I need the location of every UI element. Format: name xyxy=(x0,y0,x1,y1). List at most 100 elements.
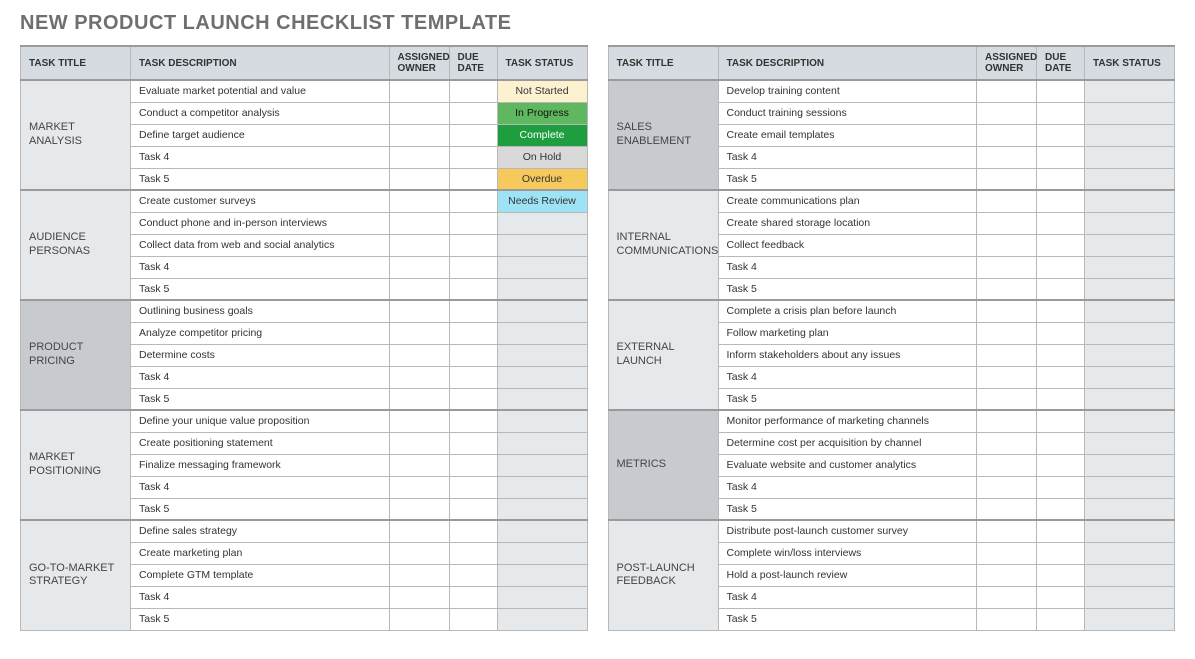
assigned-owner-cell[interactable] xyxy=(389,520,449,542)
task-status-cell[interactable] xyxy=(497,432,587,454)
task-status-cell[interactable]: Complete xyxy=(497,124,587,146)
task-status-cell[interactable]: Overdue xyxy=(497,168,587,190)
task-description[interactable]: Determine costs xyxy=(131,344,390,366)
due-date-cell[interactable] xyxy=(1037,190,1085,212)
task-description[interactable]: Task 5 xyxy=(718,168,977,190)
due-date-cell[interactable] xyxy=(449,278,497,300)
due-date-cell[interactable] xyxy=(449,168,497,190)
task-status-cell[interactable] xyxy=(1085,586,1175,608)
task-description[interactable]: Outlining business goals xyxy=(131,300,390,322)
assigned-owner-cell[interactable] xyxy=(977,432,1037,454)
due-date-cell[interactable] xyxy=(1037,124,1085,146)
task-description[interactable]: Inform stakeholders about any issues xyxy=(718,344,977,366)
task-description[interactable]: Complete a crisis plan before launch xyxy=(718,300,977,322)
task-description[interactable]: Distribute post-launch customer survey xyxy=(718,520,977,542)
task-description[interactable]: Create marketing plan xyxy=(131,542,390,564)
task-status-cell[interactable] xyxy=(1085,476,1175,498)
due-date-cell[interactable] xyxy=(1037,432,1085,454)
task-description[interactable]: Task 5 xyxy=(131,608,390,630)
assigned-owner-cell[interactable] xyxy=(389,190,449,212)
task-status-cell[interactable] xyxy=(497,520,587,542)
due-date-cell[interactable] xyxy=(1037,542,1085,564)
task-description[interactable]: Task 4 xyxy=(131,586,390,608)
due-date-cell[interactable] xyxy=(449,388,497,410)
due-date-cell[interactable] xyxy=(449,322,497,344)
due-date-cell[interactable] xyxy=(449,586,497,608)
assigned-owner-cell[interactable] xyxy=(977,278,1037,300)
assigned-owner-cell[interactable] xyxy=(389,168,449,190)
task-description[interactable]: Task 5 xyxy=(718,608,977,630)
due-date-cell[interactable] xyxy=(449,432,497,454)
due-date-cell[interactable] xyxy=(1037,520,1085,542)
due-date-cell[interactable] xyxy=(449,300,497,322)
assigned-owner-cell[interactable] xyxy=(977,146,1037,168)
task-status-cell[interactable]: Needs Review xyxy=(497,190,587,212)
task-description[interactable]: Task 4 xyxy=(131,256,390,278)
task-description[interactable]: Task 4 xyxy=(718,586,977,608)
assigned-owner-cell[interactable] xyxy=(389,388,449,410)
due-date-cell[interactable] xyxy=(449,608,497,630)
assigned-owner-cell[interactable] xyxy=(977,322,1037,344)
task-description[interactable]: Task 5 xyxy=(718,388,977,410)
task-status-cell[interactable] xyxy=(497,476,587,498)
due-date-cell[interactable] xyxy=(1037,300,1085,322)
due-date-cell[interactable] xyxy=(449,190,497,212)
assigned-owner-cell[interactable] xyxy=(389,102,449,124)
task-description[interactable]: Define sales strategy xyxy=(131,520,390,542)
due-date-cell[interactable] xyxy=(449,366,497,388)
task-status-cell[interactable] xyxy=(497,498,587,520)
task-description[interactable]: Hold a post-launch review xyxy=(718,564,977,586)
task-description[interactable]: Collect feedback xyxy=(718,234,977,256)
assigned-owner-cell[interactable] xyxy=(977,454,1037,476)
assigned-owner-cell[interactable] xyxy=(389,454,449,476)
task-description[interactable]: Determine cost per acquisition by channe… xyxy=(718,432,977,454)
task-description[interactable]: Conduct phone and in-person interviews xyxy=(131,212,390,234)
task-description[interactable]: Analyze competitor pricing xyxy=(131,322,390,344)
assigned-owner-cell[interactable] xyxy=(389,124,449,146)
assigned-owner-cell[interactable] xyxy=(977,542,1037,564)
assigned-owner-cell[interactable] xyxy=(977,256,1037,278)
assigned-owner-cell[interactable] xyxy=(389,542,449,564)
due-date-cell[interactable] xyxy=(449,212,497,234)
task-description[interactable]: Collect data from web and social analyti… xyxy=(131,234,390,256)
task-status-cell[interactable] xyxy=(497,234,587,256)
due-date-cell[interactable] xyxy=(1037,212,1085,234)
task-description[interactable]: Task 5 xyxy=(131,388,390,410)
due-date-cell[interactable] xyxy=(1037,278,1085,300)
due-date-cell[interactable] xyxy=(449,344,497,366)
task-description[interactable]: Task 5 xyxy=(718,498,977,520)
task-description[interactable]: Define target audience xyxy=(131,124,390,146)
task-status-cell[interactable] xyxy=(1085,212,1175,234)
assigned-owner-cell[interactable] xyxy=(977,388,1037,410)
task-status-cell[interactable] xyxy=(1085,322,1175,344)
due-date-cell[interactable] xyxy=(1037,168,1085,190)
task-status-cell[interactable] xyxy=(1085,300,1175,322)
task-description[interactable]: Task 4 xyxy=(718,256,977,278)
assigned-owner-cell[interactable] xyxy=(389,344,449,366)
task-description[interactable]: Task 4 xyxy=(718,476,977,498)
due-date-cell[interactable] xyxy=(1037,366,1085,388)
assigned-owner-cell[interactable] xyxy=(977,300,1037,322)
task-status-cell[interactable] xyxy=(1085,454,1175,476)
assigned-owner-cell[interactable] xyxy=(977,608,1037,630)
due-date-cell[interactable] xyxy=(1037,146,1085,168)
due-date-cell[interactable] xyxy=(1037,80,1085,102)
assigned-owner-cell[interactable] xyxy=(977,234,1037,256)
task-description[interactable]: Create email templates xyxy=(718,124,977,146)
assigned-owner-cell[interactable] xyxy=(389,432,449,454)
task-status-cell[interactable] xyxy=(1085,366,1175,388)
assigned-owner-cell[interactable] xyxy=(389,300,449,322)
due-date-cell[interactable] xyxy=(449,410,497,432)
task-description[interactable]: Develop training content xyxy=(718,80,977,102)
due-date-cell[interactable] xyxy=(449,234,497,256)
assigned-owner-cell[interactable] xyxy=(389,608,449,630)
task-description[interactable]: Finalize messaging framework xyxy=(131,454,390,476)
task-status-cell[interactable] xyxy=(1085,80,1175,102)
task-status-cell[interactable] xyxy=(497,564,587,586)
task-description[interactable]: Evaluate market potential and value xyxy=(131,80,390,102)
assigned-owner-cell[interactable] xyxy=(389,322,449,344)
task-description[interactable]: Task 5 xyxy=(131,168,390,190)
task-description[interactable]: Task 4 xyxy=(131,146,390,168)
task-status-cell[interactable] xyxy=(1085,410,1175,432)
assigned-owner-cell[interactable] xyxy=(977,344,1037,366)
